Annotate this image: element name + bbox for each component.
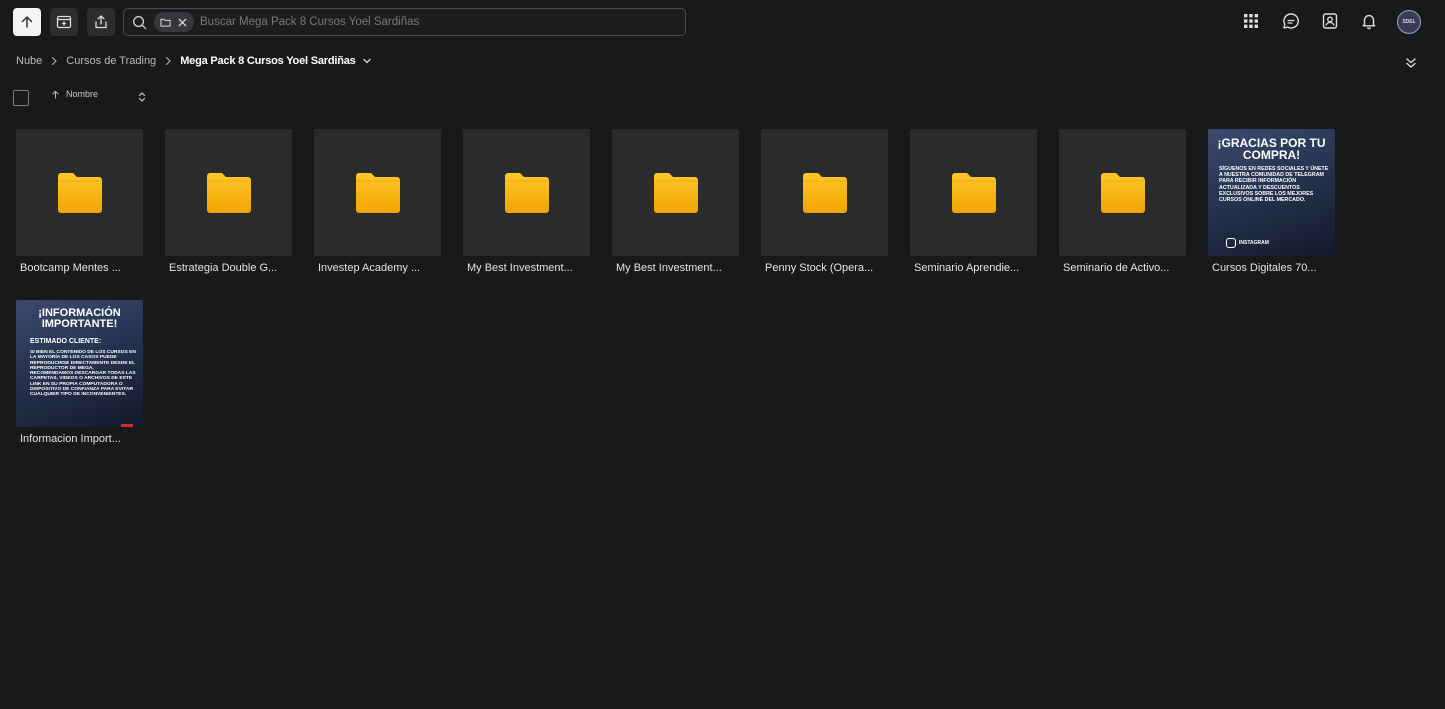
search-input[interactable] — [194, 10, 685, 34]
folder-icon — [1100, 172, 1145, 213]
poster-text: SÍGUENOS EN REDES SOCIALES Y ÚNETE A NUE… — [1219, 166, 1329, 204]
folder-tile[interactable]: My Best Investment... — [612, 129, 739, 275]
file-name: Informacion Import... — [20, 433, 121, 445]
folder-tile[interactable]: Seminario Aprendie... — [910, 129, 1037, 275]
file-name: Estrategia Double G... — [169, 262, 278, 274]
image-tile[interactable]: ¡INFORMACIÓN IMPORTANTE! ESTIMADO CLIENT… — [16, 300, 143, 446]
folder-thumbnail — [910, 129, 1037, 256]
close-icon[interactable] — [177, 17, 188, 28]
folder-tile[interactable]: Estrategia Double G... — [165, 129, 292, 275]
search-icon[interactable] — [124, 9, 154, 35]
chevron-right-icon — [163, 56, 173, 66]
folder-filter-chip[interactable] — [154, 12, 194, 32]
folder-icon — [504, 172, 549, 213]
file-name: My Best Investment... — [467, 262, 573, 274]
upload-button[interactable] — [13, 8, 41, 36]
poster-text: SI BIEN EL CONTENIDO DE LOS CURSOS EN LA… — [30, 350, 136, 398]
apps-grid-icon — [1244, 14, 1258, 28]
collapse-chevrons-icon[interactable] — [1404, 56, 1418, 70]
poster-subtitle: ESTIMADO CLIENTE: — [30, 338, 102, 345]
folder-icon — [802, 172, 847, 213]
file-name: Bootcamp Mentes ... — [20, 262, 121, 274]
poster-title: ¡INFORMACIÓN IMPORTANTE! — [38, 307, 121, 330]
folder-icon — [355, 172, 400, 213]
chat-button[interactable] — [1279, 9, 1303, 33]
chat-icon — [1283, 13, 1299, 29]
folder-tile[interactable]: My Best Investment... — [463, 129, 590, 275]
file-name: Cursos Digitales 70... — [1212, 262, 1317, 274]
sort-row: Nombre — [13, 89, 146, 106]
file-name: My Best Investment... — [616, 262, 722, 274]
folder-thumbnail — [314, 129, 441, 256]
file-name: Penny Stock (Opera... — [765, 262, 874, 274]
contacts-button[interactable] — [1318, 9, 1342, 33]
search-bar — [123, 8, 686, 36]
arrow-up-icon — [52, 90, 59, 99]
folder-tile[interactable]: Penny Stock (Opera... — [761, 129, 888, 275]
folder-icon — [160, 18, 171, 27]
folder-thumbnail — [463, 129, 590, 256]
folder-tile[interactable]: Bootcamp Mentes ... — [16, 129, 143, 275]
important-info-poster: ¡INFORMACIÓN IMPORTANTE! ESTIMADO CLIENT… — [16, 300, 143, 427]
instagram-label: INSTAGRAM — [1239, 240, 1269, 246]
folder-icon — [951, 172, 996, 213]
folder-plus-icon — [56, 15, 72, 29]
breadcrumb-item-cursos-de-trading[interactable]: Cursos de Trading — [66, 55, 156, 67]
share-button[interactable] — [87, 8, 115, 36]
file-name: Seminario Aprendie... — [914, 262, 1020, 274]
file-name: Investep Academy ... — [318, 262, 421, 274]
instagram-badge: INSTAGRAM — [1226, 238, 1269, 248]
folder-icon — [653, 172, 698, 213]
poster-accent — [121, 424, 133, 427]
share-icon — [95, 15, 107, 29]
folder-thumbnail — [165, 129, 292, 256]
contacts-icon — [1322, 13, 1338, 29]
folder-thumbnail — [16, 129, 143, 256]
folder-thumbnail — [761, 129, 888, 256]
folder-tile[interactable]: Investep Academy ... — [314, 129, 441, 275]
poster-title: ¡GRACIAS POR TU COMPRA! — [1217, 136, 1326, 162]
sort-order-icon[interactable] — [136, 91, 148, 103]
file-name: Seminario de Activo... — [1063, 262, 1170, 274]
breadcrumb-current-folder: Mega Pack 8 Cursos Yoel Sardiñas — [180, 55, 356, 67]
breadcrumb-item-nube[interactable]: Nube — [16, 55, 42, 67]
notifications-button[interactable] — [1357, 9, 1381, 33]
chevron-down-icon[interactable] — [362, 56, 372, 66]
select-all-checkbox[interactable] — [13, 89, 29, 106]
folder-thumbnail — [612, 129, 739, 256]
folder-icon — [206, 172, 251, 213]
folder-thumbnail — [1059, 129, 1186, 256]
instagram-icon — [1226, 238, 1236, 248]
folder-icon — [57, 172, 102, 213]
top-bar: SDEL — [0, 0, 1445, 44]
arrow-up-icon — [21, 16, 33, 28]
image-thumbnail: ¡INFORMACIÓN IMPORTANTE! ESTIMADO CLIENT… — [16, 300, 143, 427]
breadcrumb: Nube Cursos de Trading Mega Pack 8 Curso… — [16, 54, 372, 68]
new-folder-button[interactable] — [50, 8, 78, 36]
sort-label: Nombre — [66, 89, 99, 99]
apps-grid-button[interactable] — [1239, 9, 1263, 33]
thank-you-poster: ¡GRACIAS POR TU COMPRA! SÍGUENOS EN REDE… — [1208, 129, 1335, 256]
chevron-right-icon — [49, 56, 59, 66]
image-thumbnail: ¡GRACIAS POR TU COMPRA! SÍGUENOS EN REDE… — [1208, 129, 1335, 256]
image-tile[interactable]: ¡GRACIAS POR TU COMPRA! SÍGUENOS EN REDE… — [1208, 129, 1335, 275]
bell-icon — [1362, 14, 1376, 30]
avatar[interactable]: SDEL — [1397, 10, 1421, 34]
sort-by-name[interactable]: Nombre — [51, 89, 98, 99]
folder-tile[interactable]: Seminario de Activo... — [1059, 129, 1186, 275]
